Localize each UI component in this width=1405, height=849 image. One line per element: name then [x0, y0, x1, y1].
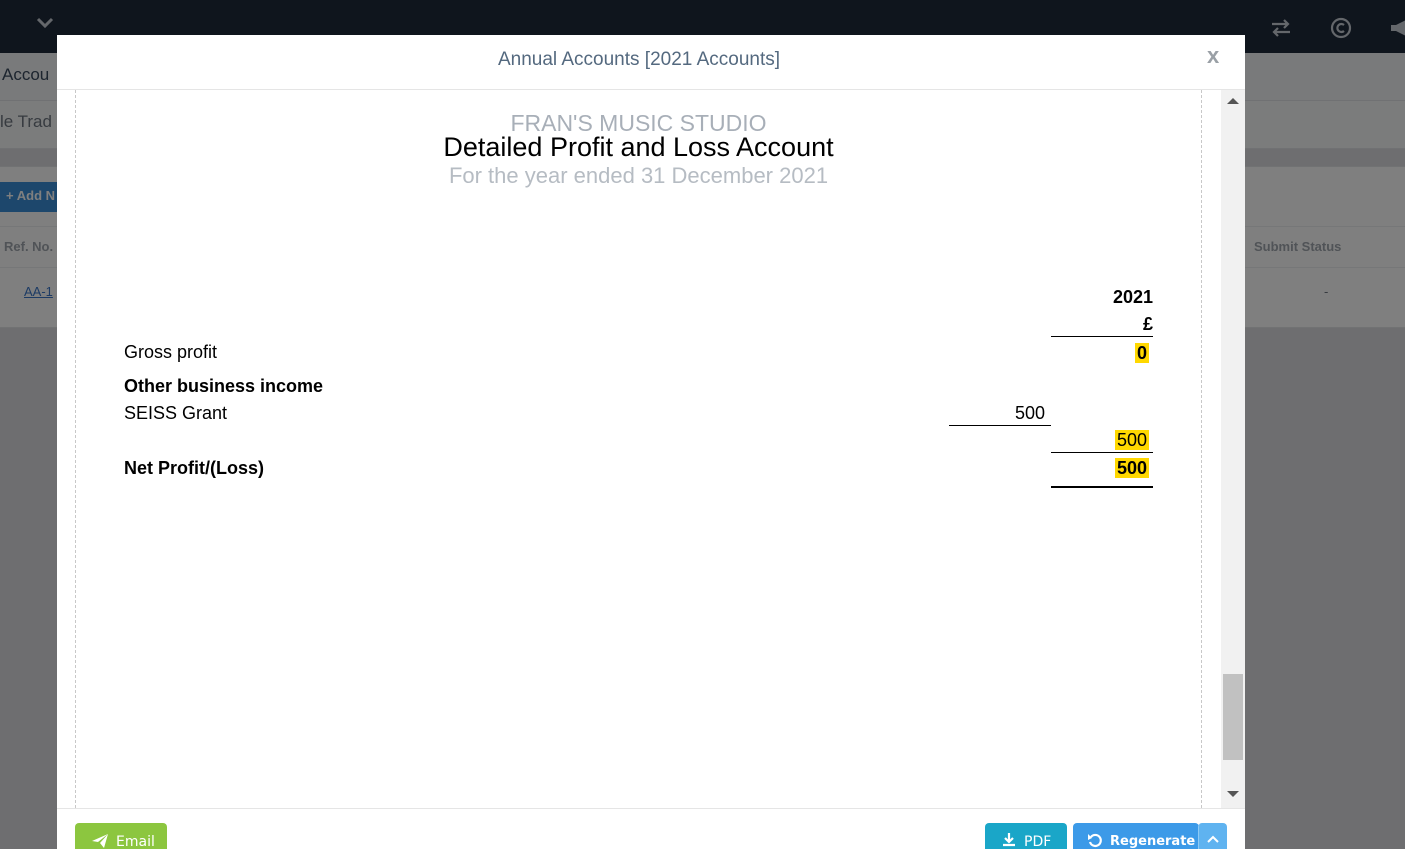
- other-income-total: 500: [1114, 430, 1149, 450]
- regenerate-options-toggle[interactable]: [1198, 823, 1227, 849]
- modal-header: Annual Accounts [2021 Accounts] x: [57, 35, 1245, 90]
- download-icon: [1003, 833, 1015, 847]
- currency-header: £: [1142, 314, 1153, 334]
- close-button[interactable]: x: [1207, 43, 1219, 69]
- regenerate-button-label: Regenerate: [1110, 834, 1196, 849]
- net-profit-label: Net Profit/(Loss): [124, 458, 265, 478]
- header-rule: [1051, 336, 1153, 337]
- annual-accounts-modal: Annual Accounts [2021 Accounts] x FRAN'S…: [57, 35, 1245, 849]
- pdf-button[interactable]: PDF: [985, 823, 1067, 849]
- report-page: [75, 90, 1202, 808]
- regenerate-button[interactable]: Regenerate: [1073, 823, 1199, 849]
- report-period: For the year ended 31 December 2021: [448, 163, 829, 188]
- other-income-heading: Other business income: [124, 376, 324, 396]
- net-profit-value: 500: [1114, 458, 1149, 478]
- gross-profit-label: Gross profit: [124, 342, 218, 362]
- seiss-grant-label: SEISS Grant: [124, 403, 228, 423]
- other-income-total-cell: 500: [1051, 430, 1149, 451]
- gross-profit-value: 0: [1134, 343, 1149, 363]
- year-header: 2021: [1112, 287, 1153, 307]
- report-title: Detailed Profit and Loss Account: [443, 132, 834, 162]
- scroll-up-arrow-icon[interactable]: [1227, 98, 1239, 104]
- report-viewer[interactable]: FRAN'S MUSIC STUDIO Detailed Profit and …: [57, 90, 1245, 808]
- seiss-grant-value: 500: [1014, 403, 1045, 423]
- chevron-up-icon: [1207, 835, 1219, 843]
- modal-title: Annual Accounts [2021 Accounts]: [497, 49, 781, 70]
- subtotal-rule: [1051, 452, 1153, 453]
- seiss-rule: [949, 425, 1051, 426]
- email-button-label: Email: [116, 834, 155, 849]
- net-profit-value-cell: 500: [1051, 458, 1149, 479]
- paper-plane-icon: [92, 834, 108, 848]
- scroll-down-arrow-icon[interactable]: [1227, 791, 1239, 797]
- email-button[interactable]: Email: [75, 823, 167, 849]
- gross-profit-value-cell: 0: [1051, 343, 1149, 364]
- undo-icon: [1088, 833, 1102, 848]
- scrollbar-thumb[interactable]: [1223, 674, 1243, 760]
- total-rule: [1051, 486, 1153, 488]
- pdf-button-label: PDF: [1024, 834, 1052, 849]
- modal-footer: Email PDF Regenerate: [57, 808, 1245, 849]
